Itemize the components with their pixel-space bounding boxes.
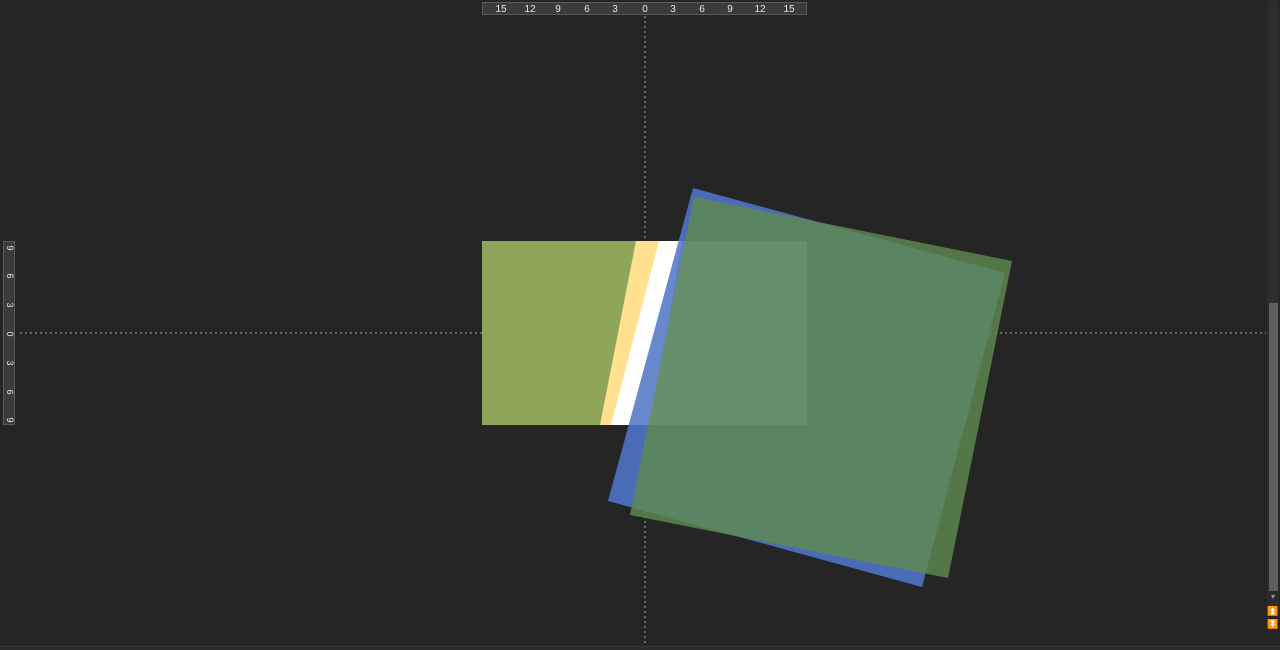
drawing-surface[interactable] [0, 0, 1280, 650]
ruler-tick: 3 [5, 360, 15, 366]
scrollbar-thumb[interactable] [1269, 303, 1278, 591]
ruler-tick: 15 [495, 4, 507, 15]
vertical-ruler[interactable]: 9 6 3 0 3 6 9 [3, 241, 15, 425]
horizontal-ruler[interactable]: 15 12 9 6 3 0 3 6 9 12 15 [482, 2, 807, 15]
ruler-tick: 6 [5, 389, 15, 395]
ruler-tick: 6 [584, 4, 590, 15]
ruler-tick: 3 [612, 4, 618, 15]
ruler-tick: 6 [699, 4, 705, 15]
ruler-tick: 0 [642, 4, 648, 15]
ruler-tick: 15 [783, 4, 795, 15]
ruler-tick: 3 [670, 4, 676, 15]
ruler-tick: 12 [754, 4, 766, 15]
slide-outline [482, 241, 807, 425]
ruler-tick: 0 [5, 331, 15, 337]
ruler-tick: 9 [727, 4, 733, 15]
ruler-tick: 3 [5, 302, 15, 308]
status-bar-edge [0, 646, 1280, 650]
ruler-tick: 9 [5, 245, 15, 251]
ruler-tick: 9 [5, 417, 15, 423]
ruler-tick: 9 [555, 4, 561, 15]
ruler-tick: 6 [5, 273, 15, 279]
scroll-down-arrow-icon[interactable]: ▾ [1267, 592, 1279, 602]
ruler-tick: 12 [524, 4, 536, 15]
next-page-icon[interactable]: ⏬ [1267, 618, 1279, 630]
previous-page-icon[interactable]: ⏫ [1267, 605, 1279, 617]
